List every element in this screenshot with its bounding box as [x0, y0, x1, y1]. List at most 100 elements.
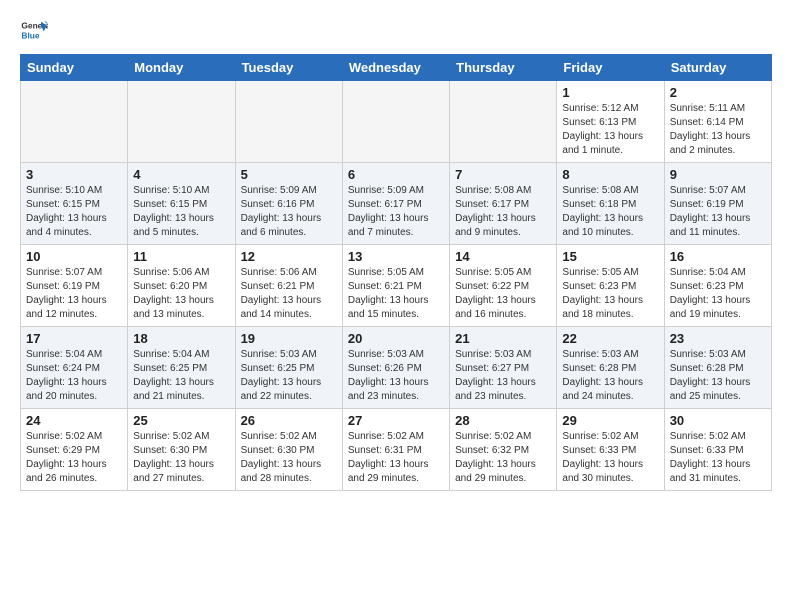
logo: General Blue	[20, 16, 48, 44]
col-header-tuesday: Tuesday	[235, 55, 342, 81]
calendar-week-1: 3Sunrise: 5:10 AM Sunset: 6:15 PM Daylig…	[21, 163, 772, 245]
calendar-cell: 1Sunrise: 5:12 AM Sunset: 6:13 PM Daylig…	[557, 81, 664, 163]
day-info: Sunrise: 5:11 AM Sunset: 6:14 PM Dayligh…	[670, 102, 766, 158]
calendar-cell: 24 Sunrise: 5:02 AM Sunset: 6:29 PM Dayli…	[21, 409, 128, 491]
header: General Blue	[20, 16, 772, 44]
calendar-cell: 3Sunrise: 5:10 AM Sunset: 6:15 PM Daylig…	[21, 163, 128, 245]
calendar-cell: 21 Sunrise: 5:03 AM Sunset: 6:27 PM Dayli…	[450, 327, 557, 409]
day-number: 11	[133, 249, 229, 264]
day-info: Sunrise: 5:10 AM Sunset: 6:15 PM Dayligh…	[26, 184, 122, 240]
day-info: Sunrise: 5:03 AM Sunset: 6:28 PM Dayligh…	[562, 348, 658, 404]
calendar-cell: 28 Sunrise: 5:02 AM Sunset: 6:32 PM Dayli…	[450, 409, 557, 491]
calendar-cell	[128, 81, 235, 163]
day-number: 22	[562, 331, 658, 346]
day-info: Sunrise: 5:04 AM Sunset: 6:25 PM Dayligh…	[133, 348, 229, 404]
calendar-cell: 25 Sunrise: 5:02 AM Sunset: 6:30 PM Dayli…	[128, 409, 235, 491]
day-info: Sunrise: 5:08 AM Sunset: 6:17 PM Dayligh…	[455, 184, 551, 240]
calendar-cell: 4 Sunrise: 5:10 AM Sunset: 6:15 PM Daylig…	[128, 163, 235, 245]
calendar-cell	[450, 81, 557, 163]
day-number: 14	[455, 249, 551, 264]
col-header-wednesday: Wednesday	[342, 55, 449, 81]
day-info: Sunrise: 5:03 AM Sunset: 6:27 PM Dayligh…	[455, 348, 551, 404]
day-number: 24	[26, 413, 122, 428]
day-number: 16	[670, 249, 766, 264]
calendar-cell: 6Sunrise: 5:09 AM Sunset: 6:17 PM Daylig…	[342, 163, 449, 245]
calendar-cell: 12Sunrise: 5:06 AM Sunset: 6:21 PM Dayli…	[235, 245, 342, 327]
day-info: Sunrise: 5:09 AM Sunset: 6:17 PM Dayligh…	[348, 184, 444, 240]
day-info: Sunrise: 5:03 AM Sunset: 6:28 PM Dayligh…	[670, 348, 766, 404]
day-number: 2	[670, 85, 766, 100]
day-number: 4	[133, 167, 229, 182]
day-number: 18	[133, 331, 229, 346]
calendar-cell	[21, 81, 128, 163]
col-header-sunday: Sunday	[21, 55, 128, 81]
calendar-cell: 27 Sunrise: 5:02 AM Sunset: 6:31 PM Dayli…	[342, 409, 449, 491]
day-info: Sunrise: 5:05 AM Sunset: 6:22 PM Dayligh…	[455, 266, 551, 322]
calendar-cell: 5Sunrise: 5:09 AM Sunset: 6:16 PM Daylig…	[235, 163, 342, 245]
day-number: 9	[670, 167, 766, 182]
calendar-cell: 16 Sunrise: 5:04 AM Sunset: 6:23 PM Dayli…	[664, 245, 771, 327]
calendar-cell	[342, 81, 449, 163]
calendar-week-3: 17 Sunrise: 5:04 AM Sunset: 6:24 PM Dayli…	[21, 327, 772, 409]
col-header-friday: Friday	[557, 55, 664, 81]
calendar-cell: 7Sunrise: 5:08 AM Sunset: 6:17 PM Daylig…	[450, 163, 557, 245]
day-number: 17	[26, 331, 122, 346]
calendar-table: SundayMondayTuesdayWednesdayThursdayFrid…	[20, 54, 772, 491]
calendar-week-2: 10 Sunrise: 5:07 AM Sunset: 6:19 PM Dayli…	[21, 245, 772, 327]
calendar-cell: 11 Sunrise: 5:06 AM Sunset: 6:20 PM Dayli…	[128, 245, 235, 327]
day-info: Sunrise: 5:06 AM Sunset: 6:20 PM Dayligh…	[133, 266, 229, 322]
day-number: 28	[455, 413, 551, 428]
day-info: Sunrise: 5:04 AM Sunset: 6:24 PM Dayligh…	[26, 348, 122, 404]
calendar-cell: 20Sunrise: 5:03 AM Sunset: 6:26 PM Dayli…	[342, 327, 449, 409]
col-header-thursday: Thursday	[450, 55, 557, 81]
day-info: Sunrise: 5:02 AM Sunset: 6:32 PM Dayligh…	[455, 430, 551, 486]
day-number: 20	[348, 331, 444, 346]
day-number: 15	[562, 249, 658, 264]
day-number: 21	[455, 331, 551, 346]
calendar-week-4: 24 Sunrise: 5:02 AM Sunset: 6:29 PM Dayli…	[21, 409, 772, 491]
calendar-cell: 17 Sunrise: 5:04 AM Sunset: 6:24 PM Dayli…	[21, 327, 128, 409]
calendar-cell: 13Sunrise: 5:05 AM Sunset: 6:21 PM Dayli…	[342, 245, 449, 327]
day-info: Sunrise: 5:02 AM Sunset: 6:33 PM Dayligh…	[562, 430, 658, 486]
calendar-cell: 15 Sunrise: 5:05 AM Sunset: 6:23 PM Dayli…	[557, 245, 664, 327]
calendar-cell: 30 Sunrise: 5:02 AM Sunset: 6:33 PM Dayli…	[664, 409, 771, 491]
calendar-cell	[235, 81, 342, 163]
day-info: Sunrise: 5:02 AM Sunset: 6:30 PM Dayligh…	[133, 430, 229, 486]
calendar-cell: 23 Sunrise: 5:03 AM Sunset: 6:28 PM Dayli…	[664, 327, 771, 409]
page-container: General Blue SundayMondayTuesdayWednesda…	[0, 0, 792, 501]
day-info: Sunrise: 5:07 AM Sunset: 6:19 PM Dayligh…	[670, 184, 766, 240]
day-number: 23	[670, 331, 766, 346]
day-number: 26	[241, 413, 337, 428]
day-info: Sunrise: 5:04 AM Sunset: 6:23 PM Dayligh…	[670, 266, 766, 322]
day-info: Sunrise: 5:03 AM Sunset: 6:25 PM Dayligh…	[241, 348, 337, 404]
day-number: 27	[348, 413, 444, 428]
calendar-cell: 10 Sunrise: 5:07 AM Sunset: 6:19 PM Dayli…	[21, 245, 128, 327]
col-header-saturday: Saturday	[664, 55, 771, 81]
day-number: 1	[562, 85, 658, 100]
calendar-cell: 19Sunrise: 5:03 AM Sunset: 6:25 PM Dayli…	[235, 327, 342, 409]
calendar-cell: 29 Sunrise: 5:02 AM Sunset: 6:33 PM Dayli…	[557, 409, 664, 491]
day-info: Sunrise: 5:07 AM Sunset: 6:19 PM Dayligh…	[26, 266, 122, 322]
day-info: Sunrise: 5:02 AM Sunset: 6:29 PM Dayligh…	[26, 430, 122, 486]
calendar-week-0: 1Sunrise: 5:12 AM Sunset: 6:13 PM Daylig…	[21, 81, 772, 163]
svg-text:Blue: Blue	[21, 30, 39, 40]
calendar-cell: 18 Sunrise: 5:04 AM Sunset: 6:25 PM Dayli…	[128, 327, 235, 409]
day-number: 10	[26, 249, 122, 264]
day-info: Sunrise: 5:09 AM Sunset: 6:16 PM Dayligh…	[241, 184, 337, 240]
day-number: 25	[133, 413, 229, 428]
calendar-cell: 9 Sunrise: 5:07 AM Sunset: 6:19 PM Daylig…	[664, 163, 771, 245]
calendar-cell: 2 Sunrise: 5:11 AM Sunset: 6:14 PM Daylig…	[664, 81, 771, 163]
day-number: 12	[241, 249, 337, 264]
calendar-cell: 26Sunrise: 5:02 AM Sunset: 6:30 PM Dayli…	[235, 409, 342, 491]
day-info: Sunrise: 5:05 AM Sunset: 6:23 PM Dayligh…	[562, 266, 658, 322]
logo-icon: General Blue	[20, 16, 48, 44]
calendar-cell: 14 Sunrise: 5:05 AM Sunset: 6:22 PM Dayli…	[450, 245, 557, 327]
calendar-header-row: SundayMondayTuesdayWednesdayThursdayFrid…	[21, 55, 772, 81]
day-info: Sunrise: 5:02 AM Sunset: 6:31 PM Dayligh…	[348, 430, 444, 486]
calendar-cell: 8Sunrise: 5:08 AM Sunset: 6:18 PM Daylig…	[557, 163, 664, 245]
day-info: Sunrise: 5:10 AM Sunset: 6:15 PM Dayligh…	[133, 184, 229, 240]
day-number: 13	[348, 249, 444, 264]
day-number: 30	[670, 413, 766, 428]
day-number: 29	[562, 413, 658, 428]
day-info: Sunrise: 5:02 AM Sunset: 6:33 PM Dayligh…	[670, 430, 766, 486]
